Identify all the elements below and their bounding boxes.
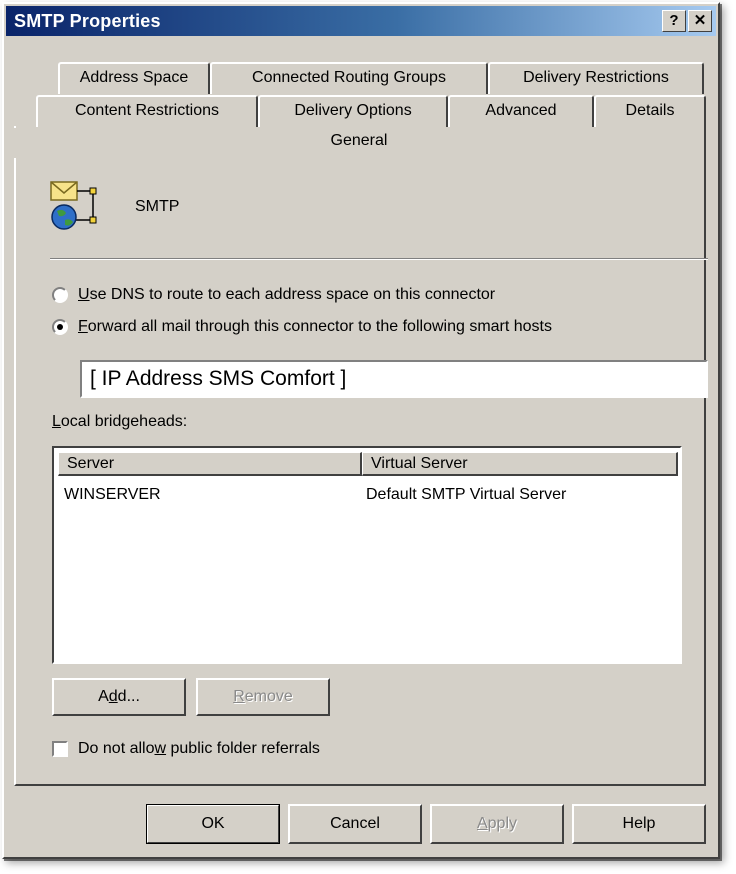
apply-button[interactable]: Apply	[430, 804, 564, 844]
tab-address-space[interactable]: Address Space	[58, 62, 210, 94]
column-header-virtual-server[interactable]: Virtual Server	[362, 452, 678, 476]
add-button[interactable]: Add...	[52, 678, 186, 716]
tab-delivery-restrictions[interactable]: Delivery Restrictions	[488, 62, 704, 94]
tab-delivery-options[interactable]: Delivery Options	[258, 95, 448, 127]
window-title: SMTP Properties	[14, 11, 161, 31]
public-folder-referrals-checkbox[interactable]: Do not allow public folder referrals	[52, 740, 320, 758]
tab-content-restrictions[interactable]: Content Restrictions	[36, 95, 258, 127]
tab-advanced[interactable]: Advanced	[448, 95, 594, 127]
help-icon[interactable]: ?	[662, 10, 686, 32]
tab-general[interactable]: General	[14, 128, 704, 158]
list-item-virtual-server[interactable]: Default SMTP Virtual Server	[366, 486, 566, 504]
connector-icon	[50, 181, 97, 230]
cancel-button[interactable]: Cancel	[288, 804, 422, 844]
list-item-server[interactable]: WINSERVER	[64, 486, 161, 504]
column-header-server[interactable]: Server	[58, 452, 362, 476]
tab-connected-routing-groups[interactable]: Connected Routing Groups	[210, 62, 488, 94]
remove-button[interactable]: Remove	[196, 678, 330, 716]
help-button[interactable]: Help	[572, 804, 706, 844]
local-bridgeheads-label: Local bridgeheads:	[52, 413, 188, 430]
checkbox[interactable]	[52, 741, 68, 757]
separator	[50, 258, 708, 260]
smart-hosts-field[interactable]: [ IP Address SMS Comfort ]	[80, 360, 708, 398]
radio-use-dns[interactable]: Use DNS to route to each address space o…	[52, 286, 495, 308]
close-icon[interactable]: ✕	[688, 10, 712, 32]
title-bar[interactable]: SMTP Properties ? ✕	[6, 6, 716, 36]
radio-button[interactable]	[52, 287, 68, 303]
tab-details[interactable]: Details	[594, 95, 706, 127]
connector-name: SMTP	[135, 198, 180, 215]
radio-button-checked[interactable]	[52, 319, 68, 335]
ok-button[interactable]: OK	[146, 804, 280, 844]
bridgeheads-list[interactable]: Server Virtual Server WINSERVER Default …	[52, 446, 682, 664]
radio-forward-smart-hosts[interactable]: Forward all mail through this connector …	[52, 318, 552, 340]
